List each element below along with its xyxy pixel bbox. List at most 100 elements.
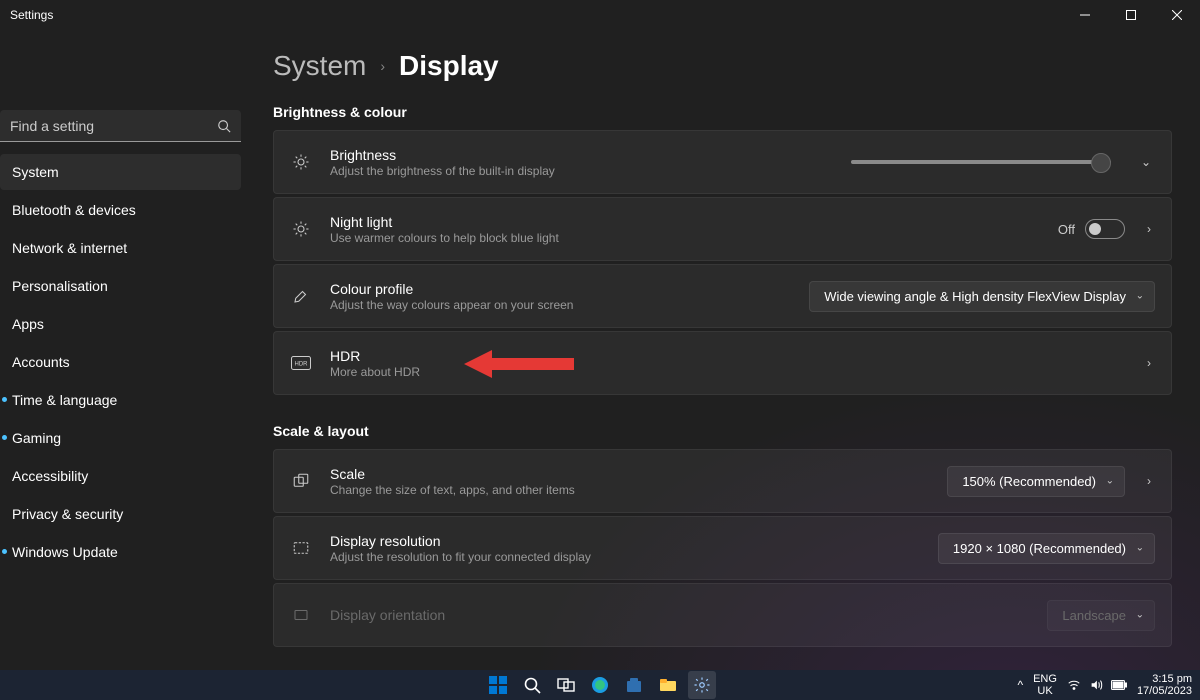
orientation-row: Display orientation Landscape ⌄ bbox=[273, 583, 1172, 647]
clock-time: 3:15 pm bbox=[1137, 673, 1192, 685]
sidebar-item-gaming[interactable]: Gaming bbox=[0, 420, 241, 456]
clock[interactable]: 3:15 pm 17/05/2023 bbox=[1137, 673, 1192, 697]
scale-value: 150% (Recommended) bbox=[962, 474, 1096, 489]
brightness-title: Brightness bbox=[330, 147, 555, 163]
sidebar-item-label: Network & internet bbox=[12, 240, 127, 256]
sidebar-item-privacy[interactable]: Privacy & security bbox=[0, 496, 241, 532]
sidebar-item-bluetooth[interactable]: Bluetooth & devices bbox=[0, 192, 241, 228]
task-view-button[interactable] bbox=[552, 671, 580, 699]
night-light-row[interactable]: Night light Use warmer colours to help b… bbox=[273, 197, 1172, 261]
clock-date: 17/05/2023 bbox=[1137, 685, 1192, 697]
store-button[interactable] bbox=[620, 671, 648, 699]
hdr-row[interactable]: HDR HDR More about HDR › bbox=[273, 331, 1172, 395]
hdr-icon: HDR bbox=[290, 356, 312, 370]
colour-profile-select[interactable]: Wide viewing angle & High density FlexVi… bbox=[809, 281, 1155, 312]
colour-profile-sub: Adjust the way colours appear on your sc… bbox=[330, 298, 573, 312]
hdr-sub: More about HDR bbox=[330, 365, 420, 379]
edge-button[interactable] bbox=[586, 671, 614, 699]
title-bar: Settings bbox=[0, 0, 1200, 30]
brush-icon bbox=[290, 287, 312, 305]
sidebar-item-network[interactable]: Network & internet bbox=[0, 230, 241, 266]
profile-area bbox=[0, 50, 245, 110]
volume-icon[interactable] bbox=[1089, 678, 1103, 692]
chevron-down-icon: ⌄ bbox=[1106, 476, 1114, 487]
sidebar-item-windows-update[interactable]: Windows Update bbox=[0, 534, 241, 570]
system-tray[interactable]: ^ ENG UK 3:15 pm 17/05/2023 bbox=[1017, 673, 1192, 697]
annotation-arrow-icon bbox=[464, 346, 574, 382]
resolution-row[interactable]: Display resolution Adjust the resolution… bbox=[273, 516, 1172, 580]
lang-line1: ENG bbox=[1033, 673, 1057, 685]
scale-title: Scale bbox=[330, 466, 575, 482]
scale-sub: Change the size of text, apps, and other… bbox=[330, 483, 575, 497]
settings-button[interactable] bbox=[688, 671, 716, 699]
maximize-button[interactable] bbox=[1108, 0, 1154, 30]
resolution-title: Display resolution bbox=[330, 533, 591, 549]
sidebar-item-label: Personalisation bbox=[12, 278, 108, 294]
window-controls bbox=[1062, 0, 1200, 30]
chevron-right-icon[interactable]: › bbox=[1143, 474, 1155, 488]
sidebar-item-label: Windows Update bbox=[12, 544, 118, 560]
resolution-icon bbox=[290, 539, 312, 557]
sidebar: System Bluetooth & devices Network & int… bbox=[0, 30, 245, 670]
wifi-icon[interactable] bbox=[1067, 678, 1081, 692]
battery-icon[interactable] bbox=[1111, 680, 1127, 690]
scale-row[interactable]: Scale Change the size of text, apps, and… bbox=[273, 449, 1172, 513]
tray-icons[interactable] bbox=[1067, 678, 1127, 692]
sidebar-item-apps[interactable]: Apps bbox=[0, 306, 241, 342]
night-light-icon bbox=[290, 220, 312, 238]
taskbar[interactable]: ^ ENG UK 3:15 pm 17/05/2023 bbox=[0, 670, 1200, 700]
brightness-slider[interactable] bbox=[851, 160, 1111, 164]
taskbar-center bbox=[484, 671, 716, 699]
breadcrumb-current: Display bbox=[399, 50, 499, 82]
breadcrumb-parent[interactable]: System bbox=[273, 50, 366, 82]
sidebar-item-label: Gaming bbox=[12, 430, 61, 446]
close-button[interactable] bbox=[1154, 0, 1200, 30]
sidebar-item-label: Accounts bbox=[12, 354, 70, 370]
chevron-down-icon: ⌄ bbox=[1136, 291, 1144, 302]
resolution-select[interactable]: 1920 × 1080 (Recommended) ⌄ bbox=[938, 533, 1155, 564]
section-scale-title: Scale & layout bbox=[273, 423, 1172, 439]
taskbar-search-button[interactable] bbox=[518, 671, 546, 699]
orientation-select: Landscape ⌄ bbox=[1047, 600, 1155, 631]
language-indicator[interactable]: ENG UK bbox=[1033, 673, 1057, 697]
search-box[interactable] bbox=[0, 110, 241, 142]
search-icon bbox=[217, 119, 231, 133]
sidebar-item-time-language[interactable]: Time & language bbox=[0, 382, 241, 418]
scale-select[interactable]: 150% (Recommended) ⌄ bbox=[947, 466, 1125, 497]
brightness-row[interactable]: Brightness Adjust the brightness of the … bbox=[273, 130, 1172, 194]
sidebar-item-accounts[interactable]: Accounts bbox=[0, 344, 241, 380]
chevron-right-icon[interactable]: › bbox=[1143, 356, 1155, 370]
sidebar-item-personalisation[interactable]: Personalisation bbox=[0, 268, 241, 304]
night-light-toggle[interactable] bbox=[1085, 219, 1125, 239]
section-brightness-title: Brightness & colour bbox=[273, 104, 1172, 120]
orientation-title: Display orientation bbox=[330, 607, 445, 623]
sidebar-item-label: Time & language bbox=[12, 392, 117, 408]
start-button[interactable] bbox=[484, 671, 512, 699]
sidebar-item-label: Accessibility bbox=[12, 468, 88, 484]
colour-profile-value: Wide viewing angle & High density FlexVi… bbox=[824, 289, 1126, 304]
colour-profile-row[interactable]: Colour profile Adjust the way colours ap… bbox=[273, 264, 1172, 328]
search-input[interactable] bbox=[10, 118, 217, 134]
chevron-right-icon[interactable]: › bbox=[1143, 222, 1155, 236]
brightness-sub: Adjust the brightness of the built-in di… bbox=[330, 164, 555, 178]
chevron-down-icon: ⌄ bbox=[1136, 543, 1144, 554]
sidebar-item-system[interactable]: System bbox=[0, 154, 241, 190]
hdr-title: HDR bbox=[330, 348, 420, 364]
minimize-button[interactable] bbox=[1062, 0, 1108, 30]
nav-list: System Bluetooth & devices Network & int… bbox=[0, 154, 245, 570]
lang-line2: UK bbox=[1033, 685, 1057, 697]
night-light-state: Off bbox=[1058, 222, 1075, 237]
night-light-sub: Use warmer colours to help block blue li… bbox=[330, 231, 559, 245]
resolution-value: 1920 × 1080 (Recommended) bbox=[953, 541, 1126, 556]
explorer-button[interactable] bbox=[654, 671, 682, 699]
night-light-title: Night light bbox=[330, 214, 559, 230]
scale-icon bbox=[290, 472, 312, 490]
breadcrumb: System › Display bbox=[273, 50, 1172, 82]
sidebar-item-label: System bbox=[12, 164, 59, 180]
chevron-down-icon: ⌄ bbox=[1136, 610, 1144, 621]
tray-chevron-icon[interactable]: ^ bbox=[1017, 678, 1023, 692]
sidebar-item-label: Apps bbox=[12, 316, 44, 332]
sidebar-item-accessibility[interactable]: Accessibility bbox=[0, 458, 241, 494]
orientation-icon bbox=[290, 606, 312, 624]
chevron-down-icon[interactable]: ⌄ bbox=[1137, 155, 1155, 169]
